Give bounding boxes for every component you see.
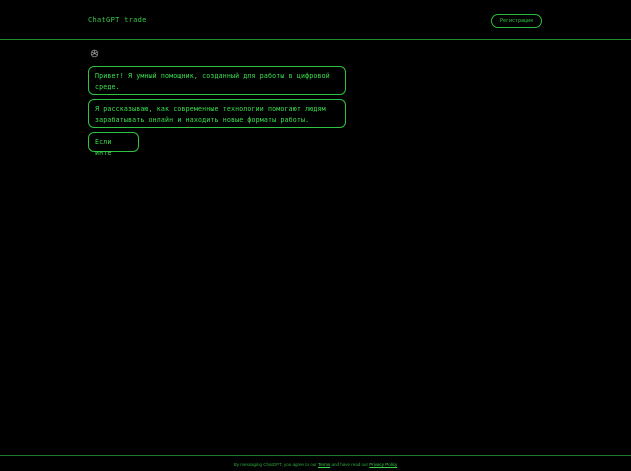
brand-title[interactable]: ChatGPT trade: [88, 16, 147, 24]
page: ChatGPT trade Регистрация Привет! Я умны…: [0, 0, 631, 471]
footer-prefix-text: By messaging ChatGPT, you agree to our: [233, 462, 318, 467]
footer-disclaimer: By messaging ChatGPT, you agree to our T…: [0, 455, 631, 471]
chat-message: Я рассказываю, как современные технологи…: [88, 99, 346, 128]
chat-message: Привет! Я умный помощник, созданный для …: [88, 66, 346, 95]
chat-message-typing: Если инте: [88, 132, 139, 157]
header: ChatGPT trade Регистрация: [0, 0, 631, 40]
register-button[interactable]: Регистрация: [491, 14, 542, 28]
privacy-policy-link[interactable]: Privacy Policy: [369, 462, 397, 467]
terms-link[interactable]: Terms: [318, 462, 330, 467]
openai-logo-icon: [90, 49, 99, 58]
footer-middle-text: and have read our: [330, 462, 370, 467]
